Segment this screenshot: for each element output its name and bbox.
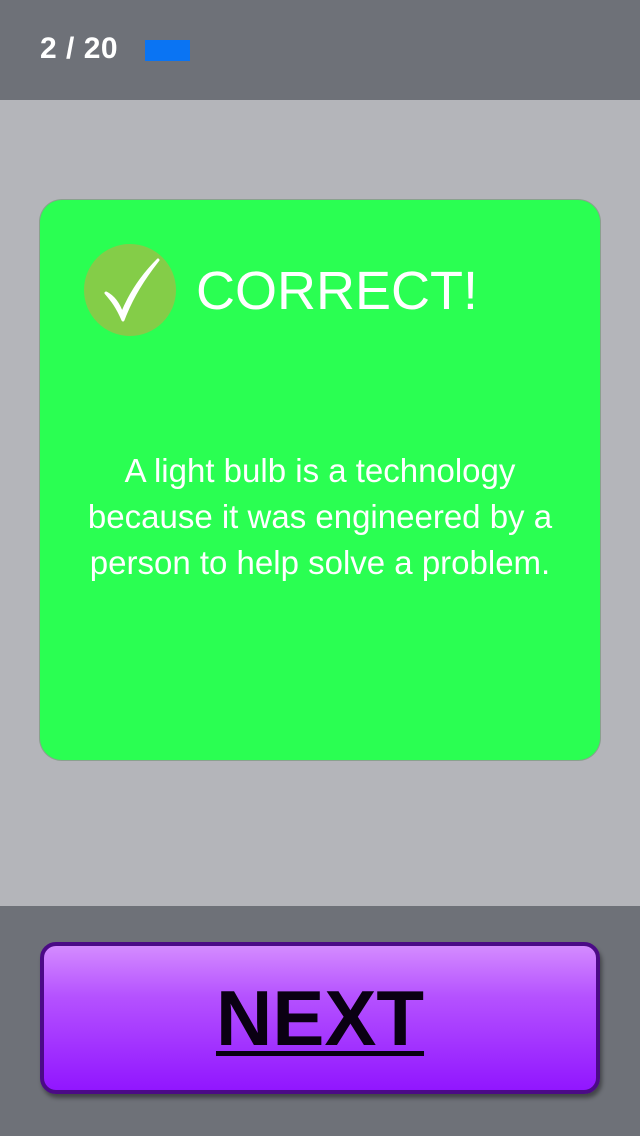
checkmark-icon	[104, 258, 160, 322]
progress-bar	[145, 40, 190, 61]
top-bar: 2 / 20	[0, 0, 640, 100]
progress-bar-fill	[145, 40, 190, 61]
correct-badge	[84, 244, 176, 336]
result-title: CORRECT!	[196, 261, 478, 321]
explanation-text: A light bulb is a technology because it …	[87, 452, 553, 581]
next-button[interactable]: NEXT	[40, 942, 600, 1094]
question-counter: 2 / 20	[40, 32, 119, 65]
feedback-card: CORRECT! A light bulb is a technology be…	[40, 200, 600, 760]
next-button-label: NEXT	[215, 974, 425, 1062]
